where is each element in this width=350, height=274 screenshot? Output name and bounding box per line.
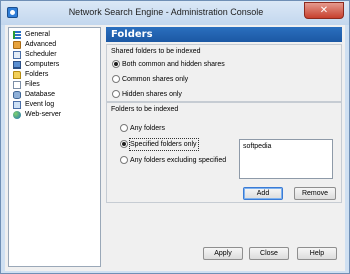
radio-label: Specified folders only bbox=[129, 138, 199, 151]
radio-both-shares[interactable]: Both common and hidden shares bbox=[112, 59, 262, 70]
radio-label: Any folders excluding specified bbox=[130, 157, 227, 164]
radio-label: Any folders bbox=[130, 125, 166, 132]
radio-label: Both common and hidden shares bbox=[122, 61, 225, 68]
sidebar-item-label: Computers bbox=[25, 61, 60, 68]
sidebar-item-files[interactable]: Files bbox=[11, 80, 99, 90]
sidebar-item-web-server[interactable]: Web-server bbox=[11, 110, 99, 120]
app-icon bbox=[7, 7, 18, 18]
radio-button-selected[interactable] bbox=[112, 60, 120, 68]
radio-button[interactable] bbox=[112, 75, 120, 83]
page-header: Folders bbox=[106, 27, 342, 42]
radio-hidden-shares[interactable]: Hidden shares only bbox=[112, 89, 262, 100]
radio-specified-folders[interactable]: Specified folders only bbox=[120, 138, 230, 151]
sidebar-item-label: Scheduler bbox=[25, 51, 57, 58]
event-log-icon bbox=[13, 101, 21, 109]
sidebar-item-database[interactable]: Database bbox=[11, 90, 99, 100]
sidebar: General Advanced Scheduler Computers Fol… bbox=[8, 27, 101, 267]
shared-folders-group-title: Shared folders to be indexed bbox=[111, 47, 201, 56]
admin-console-window: Network Search Engine - Administration C… bbox=[0, 0, 350, 274]
general-icon bbox=[13, 31, 21, 39]
sidebar-item-label: General bbox=[25, 31, 50, 38]
computers-icon bbox=[13, 61, 21, 69]
radio-button-selected[interactable] bbox=[120, 140, 128, 148]
sidebar-item-label: Folders bbox=[25, 71, 49, 78]
sidebar-item-label: Database bbox=[25, 91, 55, 98]
database-icon bbox=[13, 91, 21, 99]
radio-button[interactable] bbox=[120, 124, 128, 132]
folder-list[interactable]: softpedia bbox=[239, 139, 333, 179]
title-bar[interactable]: Network Search Engine - Administration C… bbox=[1, 1, 349, 25]
window-close-button[interactable]: ✕ bbox=[304, 2, 344, 19]
sidebar-item-advanced[interactable]: Advanced bbox=[11, 40, 99, 50]
radio-button[interactable] bbox=[120, 156, 128, 164]
client-area: General Advanced Scheduler Computers Fol… bbox=[5, 25, 345, 271]
sidebar-item-folders[interactable]: Folders bbox=[11, 70, 99, 80]
web-server-icon bbox=[13, 111, 21, 119]
list-item[interactable]: softpedia bbox=[243, 142, 271, 151]
folders-icon bbox=[13, 71, 21, 79]
apply-button[interactable]: Apply bbox=[203, 247, 243, 260]
sidebar-item-general[interactable]: General bbox=[11, 30, 99, 40]
radio-label: Common shares only bbox=[122, 76, 189, 83]
radio-any-folders[interactable]: Any folders bbox=[120, 123, 230, 134]
files-icon bbox=[13, 81, 21, 89]
scheduler-icon bbox=[13, 51, 21, 59]
sidebar-item-scheduler[interactable]: Scheduler bbox=[11, 50, 99, 60]
radio-button[interactable] bbox=[112, 90, 120, 98]
close-button[interactable]: Close bbox=[249, 247, 289, 260]
window-title: Network Search Engine - Administration C… bbox=[68, 7, 264, 17]
sidebar-item-label: Files bbox=[25, 81, 40, 88]
sidebar-item-label: Event log bbox=[25, 101, 55, 108]
help-button[interactable]: Help bbox=[297, 247, 337, 260]
shared-folders-group: Shared folders to be indexed Both common… bbox=[106, 44, 342, 102]
page-title: Folders bbox=[111, 29, 153, 40]
add-button[interactable]: Add bbox=[243, 187, 283, 200]
sidebar-item-label: Web-server bbox=[25, 111, 62, 118]
folders-indexed-group-title: Folders to be indexed bbox=[111, 105, 179, 114]
sidebar-item-computers[interactable]: Computers bbox=[11, 60, 99, 70]
sidebar-item-event-log[interactable]: Event log bbox=[11, 100, 99, 110]
sidebar-item-label: Advanced bbox=[25, 41, 57, 48]
advanced-icon bbox=[13, 41, 21, 49]
radio-excluding-specified[interactable]: Any folders excluding specified bbox=[120, 155, 240, 166]
radio-label: Hidden shares only bbox=[122, 91, 182, 98]
remove-button[interactable]: Remove bbox=[294, 187, 336, 200]
radio-common-shares[interactable]: Common shares only bbox=[112, 74, 262, 85]
